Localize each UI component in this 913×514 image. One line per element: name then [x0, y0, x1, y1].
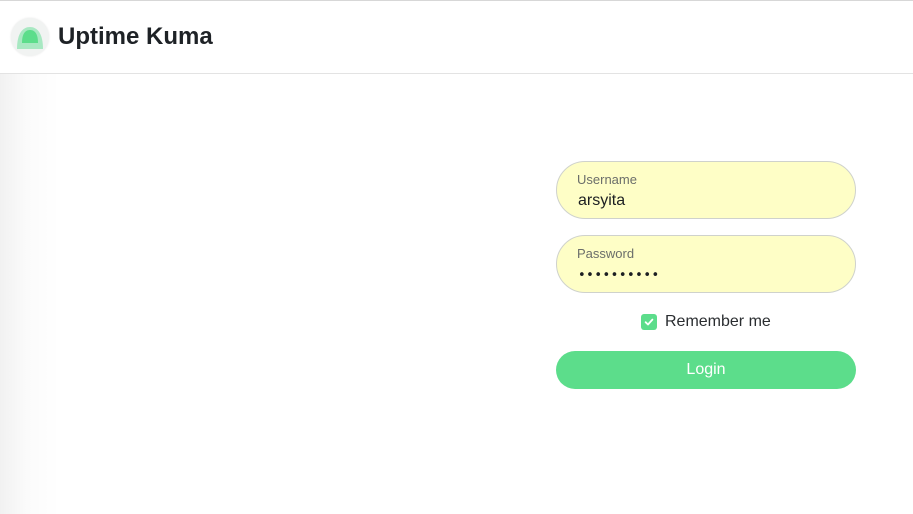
password-input[interactable] — [578, 264, 838, 286]
remember-me-label[interactable]: Remember me — [665, 313, 771, 331]
app-title[interactable]: Uptime Kuma — [58, 23, 213, 51]
app-header: Uptime Kuma — [0, 1, 913, 74]
username-field[interactable]: Username — [556, 161, 856, 219]
password-field[interactable]: Password — [556, 235, 856, 293]
password-label: Password — [577, 246, 635, 261]
login-button[interactable]: Login — [556, 351, 856, 389]
username-input[interactable] — [578, 190, 838, 212]
left-edge-shadow — [0, 74, 60, 514]
uptime-kuma-logo-icon[interactable] — [11, 18, 49, 56]
login-form: Username Password Remember me Login — [556, 161, 856, 389]
username-label: Username — [577, 172, 637, 187]
remember-me-checkbox[interactable] — [641, 314, 657, 330]
login-page: Uptime Kuma Username Password Remember m… — [0, 0, 913, 514]
remember-me-control[interactable]: Remember me — [641, 312, 771, 332]
checkmark-icon — [644, 318, 654, 326]
